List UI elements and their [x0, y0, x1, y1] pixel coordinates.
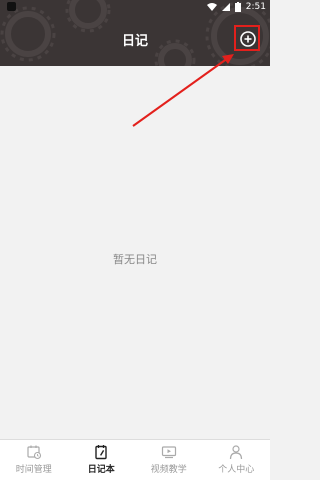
tab-diary[interactable]: 日记本	[68, 440, 136, 480]
tab-video-tutorials[interactable]: 视频教学	[135, 440, 203, 480]
status-right: 2:51	[206, 0, 266, 14]
plus-circle-icon	[240, 31, 256, 47]
calendar-clock-icon	[27, 445, 41, 460]
tab-label: 个人中心	[218, 465, 255, 475]
annotation-arrow	[132, 54, 234, 127]
empty-state-text: 暂无日记	[113, 253, 157, 266]
tab-label: 日记本	[87, 465, 115, 475]
tab-label: 视频教学	[150, 465, 187, 475]
notification-icon	[7, 2, 16, 11]
tab-time-management[interactable]: 时间管理	[0, 440, 68, 480]
tab-label: 时间管理	[15, 465, 52, 475]
signal-icon	[221, 3, 230, 11]
video-screen-icon	[161, 446, 176, 459]
wifi-icon	[206, 3, 217, 11]
status-bar: 2:51	[0, 0, 270, 14]
battery-icon	[234, 2, 241, 12]
person-icon	[230, 445, 243, 460]
notebook-pen-icon	[95, 445, 107, 460]
diary-screen: 2:51 日记 暂无日记 时间管理 日记本 视频教学 个人中心	[0, 0, 270, 480]
bottom-tab-bar: 时间管理 日记本 视频教学 个人中心	[0, 439, 270, 480]
add-diary-button[interactable]	[236, 27, 260, 51]
status-time: 2:51	[245, 2, 266, 12]
page-title: 日记	[121, 34, 148, 49]
tab-profile[interactable]: 个人中心	[203, 440, 271, 480]
header: 2:51 日记	[0, 0, 270, 66]
